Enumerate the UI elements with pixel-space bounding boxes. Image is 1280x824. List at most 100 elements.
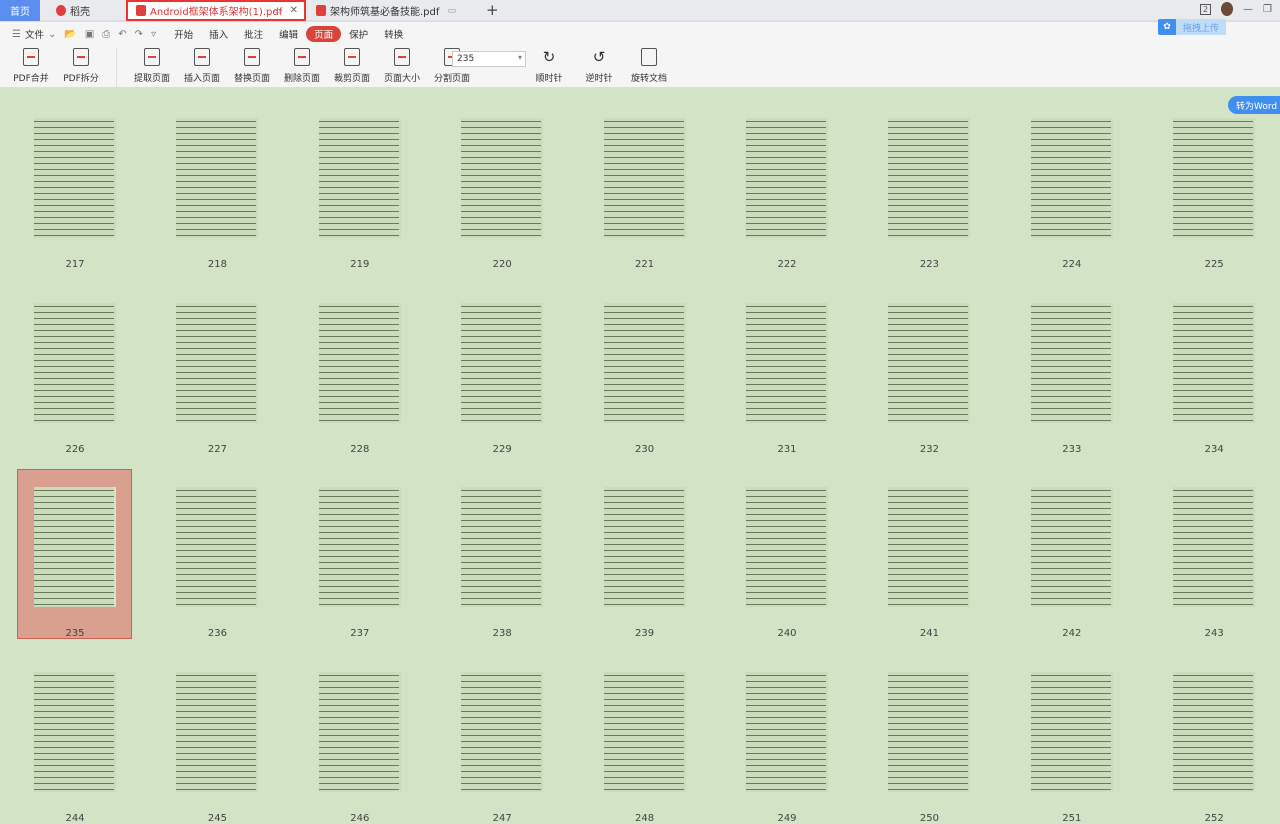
page-thumbnail[interactable]	[878, 293, 980, 435]
page-thumbnail[interactable]	[24, 662, 126, 804]
page-thumbnail[interactable]	[594, 662, 696, 804]
divider	[116, 48, 117, 94]
minimize-button[interactable]: —	[1243, 4, 1253, 15]
file-menu[interactable]: 文件	[25, 27, 44, 41]
page-thumbnail[interactable]	[309, 662, 411, 804]
page-thumbnail[interactable]	[1021, 662, 1123, 804]
page-number-label: 246	[350, 812, 370, 824]
new-tab-button[interactable]: +	[486, 1, 499, 19]
page-thumbnail[interactable]	[594, 293, 696, 435]
close-icon[interactable]: ✕	[290, 5, 298, 16]
rotate-document-button[interactable]: 旋转文档	[624, 48, 674, 84]
tool-button[interactable]: PDF拆分	[56, 48, 106, 94]
page-thumbnail-grid[interactable]: 217 218 219 220 221 222 223 224 225 226 227 228 229 2…	[0, 89, 1280, 824]
save-icon[interactable]: ▣	[85, 29, 94, 40]
tool-button[interactable]: 插入页面	[177, 48, 227, 94]
menu-tab[interactable]: 转换	[376, 26, 411, 42]
page-thumbnail[interactable]	[1021, 108, 1123, 250]
crop-icon	[344, 48, 360, 66]
tool-button[interactable]: 页面大小	[377, 48, 427, 94]
page-number-label: 251	[1062, 812, 1082, 824]
chevron-down-icon: ⌄	[47, 28, 57, 40]
tool-button[interactable]: 替换页面	[227, 48, 277, 94]
tool-label: 分割页面	[433, 74, 470, 84]
page-thumbnail[interactable]	[451, 477, 553, 619]
pin-icon[interactable]: ▭	[447, 6, 456, 16]
tab-active-document[interactable]: Android框架体系架构(1).pdf ▭ ✕	[126, 0, 306, 21]
page-thumbnail[interactable]	[1163, 293, 1265, 435]
menu-tab[interactable]: 页面	[306, 26, 342, 42]
pin-icon[interactable]: ▭	[273, 6, 282, 16]
restore-button[interactable]: ❐	[1263, 4, 1272, 15]
page-number-label: 232	[919, 443, 939, 455]
page-number-label: 234	[1204, 443, 1224, 455]
tool-button[interactable]: 裁剪页面	[327, 48, 377, 94]
avatar[interactable]	[1221, 2, 1234, 16]
page-thumbnail[interactable]	[309, 293, 411, 435]
menu-tab[interactable]: 批注	[236, 26, 271, 42]
page-size-icon	[394, 48, 410, 66]
page-thumbnail[interactable]	[1021, 293, 1123, 435]
page-thumbnail[interactable]	[878, 662, 980, 804]
menu-tab[interactable]: 编辑	[271, 26, 306, 42]
undo-icon[interactable]: ↶	[118, 29, 126, 40]
page-number-label: 224	[1062, 259, 1082, 270]
page-thumbnail[interactable]	[1163, 477, 1265, 619]
page-thumbnail[interactable]	[736, 293, 838, 435]
page-thumbnail[interactable]	[594, 108, 696, 250]
page-thumbnail[interactable]	[878, 477, 980, 619]
page-thumbnail[interactable]	[24, 108, 126, 250]
redo-icon[interactable]: ↷	[135, 29, 143, 40]
page-thumbnail[interactable]	[24, 477, 126, 619]
page-thumbnail[interactable]	[166, 477, 268, 619]
page-thumbnail[interactable]	[24, 293, 126, 435]
insert-page-icon	[194, 48, 210, 66]
tool-button[interactable]: 提取页面	[127, 48, 177, 94]
menu-tab[interactable]: 开始	[166, 26, 201, 42]
page-number-input[interactable]: 235	[452, 51, 526, 67]
window-controls: 2 — ❐	[1199, 2, 1272, 16]
tool-label: 删除页面	[283, 74, 320, 84]
page-thumbnail[interactable]	[309, 477, 411, 619]
menu-tab[interactable]: 插入	[201, 26, 236, 42]
page-thumbnail[interactable]	[1021, 477, 1123, 619]
page-thumbnail[interactable]	[1163, 662, 1265, 804]
tool-button[interactable]: PDF合并	[6, 48, 56, 94]
page-thumbnail[interactable]	[451, 108, 553, 250]
print-icon[interactable]: ⎙	[102, 29, 110, 40]
page-thumbnail[interactable]	[166, 662, 268, 804]
tool-label: 提取页面	[133, 74, 170, 84]
page-thumbnail[interactable]	[309, 108, 411, 250]
page-number-label: 229	[492, 443, 512, 455]
page-thumbnail[interactable]	[736, 477, 838, 619]
page-thumbnail[interactable]	[451, 293, 553, 435]
page-number-label: 227	[207, 443, 227, 455]
tab-daoke[interactable]: 稻壳	[48, 0, 120, 21]
window-count-badge[interactable]: 2	[1199, 3, 1212, 15]
hamburger-icon[interactable]: ☰	[12, 29, 21, 40]
rotate-clockwise-button[interactable]: ↻ 顺时针	[524, 48, 574, 84]
page-number-label: 244	[65, 812, 85, 824]
convert-to-word-button[interactable]: 转为Word	[1228, 96, 1280, 114]
page-number-label: 243	[1204, 628, 1224, 639]
tab-document-2[interactable]: 架构师筑基必备技能.pdf ▭	[308, 0, 478, 21]
page-number-label: 247	[492, 812, 512, 824]
page-thumbnail[interactable]	[594, 477, 696, 619]
page-thumbnail[interactable]	[1163, 108, 1265, 250]
open-icon[interactable]: 📂	[64, 29, 76, 40]
page-thumbnail[interactable]	[166, 108, 268, 250]
more-icon[interactable]: ▿	[151, 29, 156, 40]
page-thumbnail[interactable]	[878, 108, 980, 250]
page-thumbnail[interactable]	[736, 662, 838, 804]
page-number-label: 235	[65, 628, 85, 639]
cloud-icon: ✿	[1163, 22, 1171, 32]
rotate-counterclockwise-button[interactable]: ↺ 逆时针	[574, 48, 624, 84]
pdf-icon	[316, 5, 326, 16]
page-thumbnail[interactable]	[166, 293, 268, 435]
page-thumbnail[interactable]	[736, 108, 838, 250]
tab-home[interactable]: 首页	[0, 0, 40, 21]
page-thumbnail[interactable]	[451, 662, 553, 804]
tool-button[interactable]: 删除页面	[277, 48, 327, 94]
drag-upload-button[interactable]: ✿ 拖拽上传	[1158, 19, 1226, 35]
menu-tab[interactable]: 保护	[341, 26, 376, 42]
